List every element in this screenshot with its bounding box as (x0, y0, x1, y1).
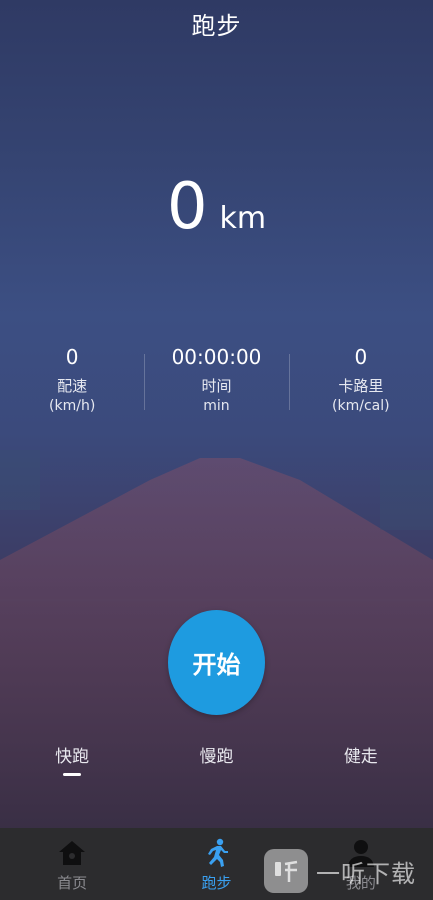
mode-slow-run[interactable]: 慢跑 (144, 742, 288, 776)
page-title: 跑步 (191, 12, 242, 40)
stat-value: 0 (354, 345, 368, 369)
tab-label: 首页 (57, 874, 88, 892)
watermark-logo-icon (264, 849, 308, 893)
stat-label: 配速 (57, 377, 88, 395)
stat-value: 00:00:00 (171, 345, 262, 369)
tab-label: 跑步 (201, 874, 232, 892)
distance-display: 0 km (0, 170, 433, 244)
stats-row: 0 配速 (km/h) 00:00:00 时间 min 0 卡路里 (km/ca… (0, 344, 433, 424)
stat-unit: (km/h) (49, 398, 96, 414)
mode-fast-run[interactable]: 快跑 (0, 742, 144, 776)
distance-value: 0 (166, 170, 208, 244)
stat-value: 0 (65, 345, 79, 369)
home-icon (59, 841, 86, 865)
running-screen: 跑步 0 km 0 配速 (km/h) 00:00:00 时间 min 0 卡路里… (0, 0, 433, 900)
mode-walk[interactable]: 健走 (289, 742, 433, 776)
start-button[interactable]: 开始 (168, 610, 265, 715)
stat-label: 时间 (201, 377, 232, 395)
stat-label: 卡路里 (338, 377, 384, 395)
stat-calories: 0 卡路里 (km/cal) (288, 344, 433, 424)
distance-unit: km (219, 201, 267, 236)
runner-icon (208, 838, 229, 867)
run-mode-tabs: 快跑 慢跑 健走 (0, 742, 433, 776)
stat-unit: min (203, 398, 230, 414)
stat-unit: (km/cal) (332, 398, 390, 414)
stat-speed: 0 配速 (km/h) (0, 344, 144, 424)
watermark-text: 一听下载 (316, 859, 416, 888)
stat-time: 00:00:00 时间 min (144, 344, 288, 424)
watermark: 一听下载 (264, 848, 429, 894)
tab-home[interactable]: 首页 (0, 828, 144, 900)
